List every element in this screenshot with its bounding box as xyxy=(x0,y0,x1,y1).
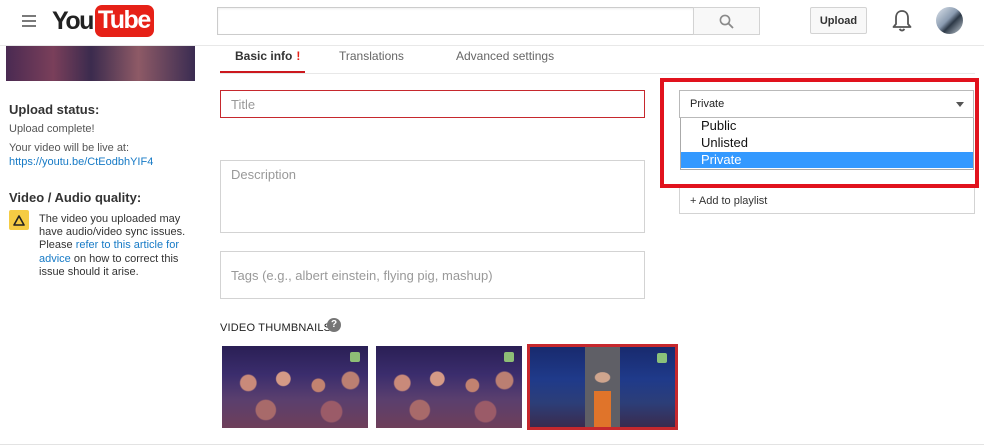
quality-heading: Video / Audio quality: xyxy=(9,190,142,205)
thumbnail-option-2[interactable] xyxy=(376,346,522,428)
search-input[interactable] xyxy=(217,7,694,35)
sync-warning-text: The video you uploaded may have audio/vi… xyxy=(39,213,189,279)
tab-basic-info[interactable]: Basic info! xyxy=(220,46,305,74)
tags-input[interactable] xyxy=(220,251,645,299)
top-bar: You Tube Upload xyxy=(0,0,984,46)
privacy-select[interactable]: Private xyxy=(679,90,974,118)
thumbnail-option-3-selected[interactable] xyxy=(527,344,678,430)
video-preview-thumbnail xyxy=(6,46,195,81)
description-input[interactable] xyxy=(220,160,645,233)
warning-icon xyxy=(9,210,29,230)
tab-translations[interactable]: Translations xyxy=(339,46,404,74)
tab-advanced-settings[interactable]: Advanced settings xyxy=(456,46,554,74)
privacy-option-private[interactable]: Private xyxy=(681,152,973,168)
privacy-dropdown-list: Public Unlisted Private xyxy=(680,118,974,170)
error-badge: ! xyxy=(296,49,301,63)
upload-button[interactable]: Upload xyxy=(810,7,867,34)
avatar[interactable] xyxy=(936,7,963,34)
upload-status-heading: Upload status: xyxy=(9,102,100,117)
logo-you-text: You xyxy=(52,6,94,35)
thumbnail-option-1[interactable] xyxy=(222,346,368,428)
logo-tube-text: Tube xyxy=(94,5,154,37)
title-input[interactable] xyxy=(220,90,645,118)
live-at-label: Your video will be live at: xyxy=(9,142,130,154)
video-thumbnails-label: VIDEO THUMBNAILS xyxy=(220,322,332,334)
privacy-selected-value: Private xyxy=(690,98,725,110)
youtube-logo[interactable]: You Tube xyxy=(52,5,154,37)
privacy-option-public[interactable]: Public xyxy=(681,118,973,134)
bottom-divider xyxy=(0,444,984,445)
search-icon xyxy=(719,14,734,29)
menu-icon[interactable] xyxy=(22,15,36,27)
video-live-link[interactable]: https://youtu.be/CtEodbhYIF4 xyxy=(9,156,153,168)
tab-basic-info-label: Basic info xyxy=(235,49,293,63)
add-to-playlist-button[interactable]: + Add to playlist xyxy=(679,188,975,214)
privacy-option-unlisted[interactable]: Unlisted xyxy=(681,135,973,151)
bell-icon[interactable] xyxy=(891,9,913,33)
chevron-down-icon xyxy=(956,102,964,107)
search-button[interactable] xyxy=(693,7,760,35)
upload-status-text: Upload complete! xyxy=(9,123,95,135)
tabs-divider xyxy=(220,73,975,74)
help-icon[interactable]: ? xyxy=(327,318,341,332)
